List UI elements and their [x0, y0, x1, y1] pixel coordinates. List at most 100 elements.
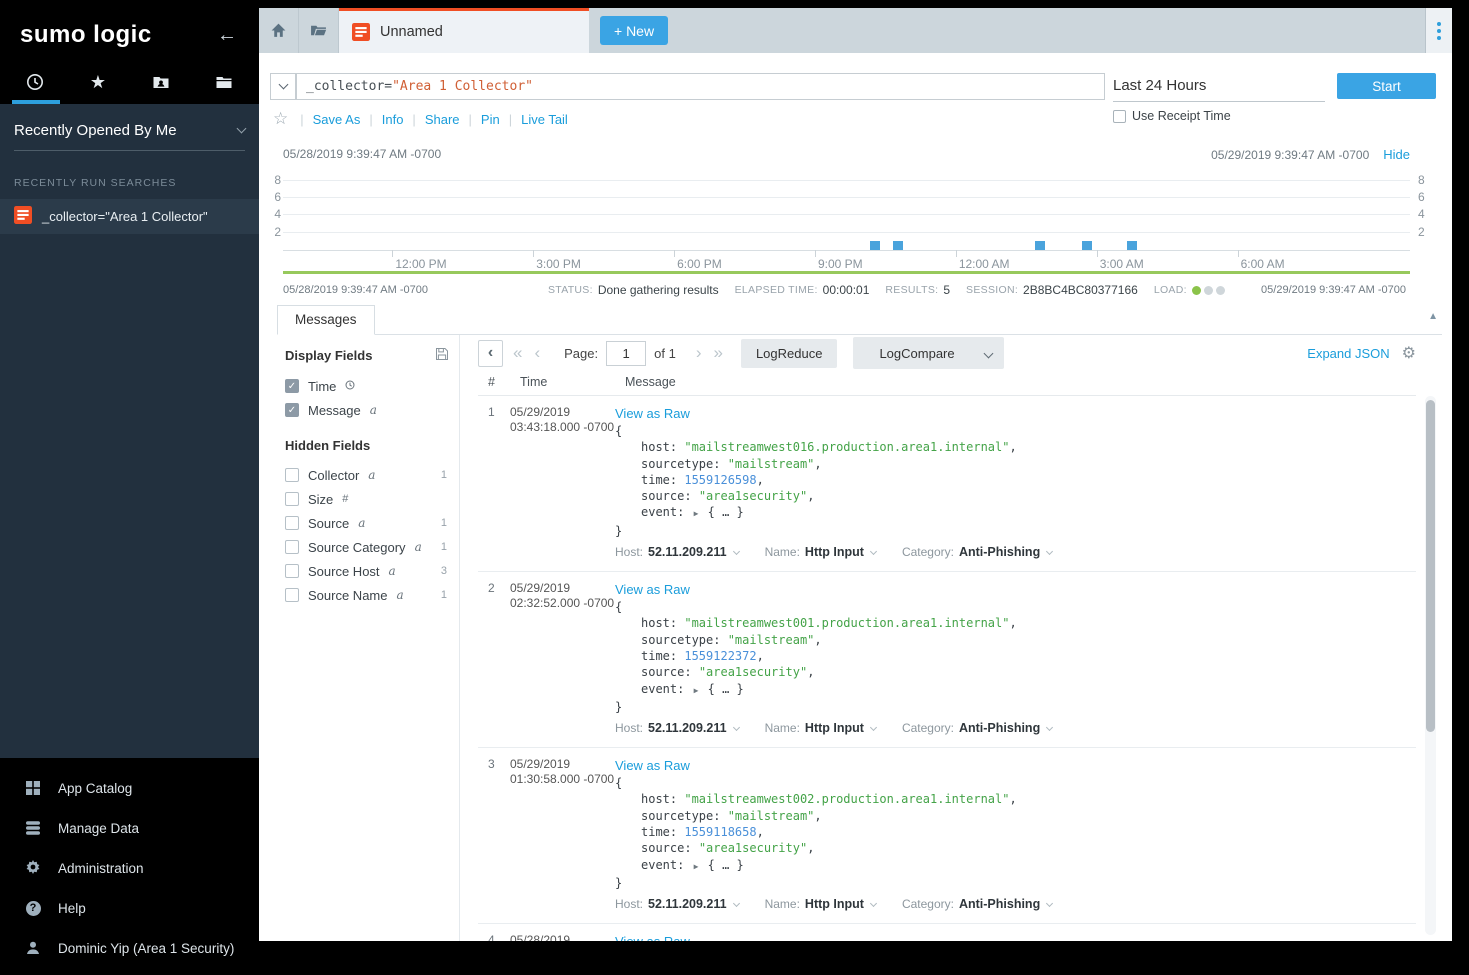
library-folder-icon[interactable]	[211, 69, 237, 95]
tab-unnamed[interactable]: Unnamed	[339, 8, 589, 53]
meta-name[interactable]: Name:Http Input	[765, 721, 876, 735]
query-history-dropdown[interactable]	[270, 73, 296, 100]
action-live-tail[interactable]: Live Tail	[500, 112, 568, 127]
meta-category[interactable]: Category:Anti-Phishing	[902, 897, 1052, 911]
expand-event-icon[interactable]: ▶	[694, 862, 699, 871]
use-receipt-time-option[interactable]: Use Receipt Time	[1113, 109, 1231, 123]
view-as-raw-link[interactable]: View as Raw	[615, 758, 690, 773]
expand-json-link[interactable]: Expand JSON	[1307, 346, 1389, 361]
field-checkbox[interactable]	[285, 468, 299, 482]
meta-name[interactable]: Name:Http Input	[765, 545, 876, 559]
favorites-star-icon[interactable]: ★	[85, 69, 111, 95]
status-elapsed-time: ELAPSED TIME:00:00:01	[735, 283, 870, 297]
json-value: "mailstreamwest002.production.area1.inte…	[684, 792, 1009, 806]
tab-messages[interactable]: Messages	[277, 305, 375, 335]
tab-options-button[interactable]	[1425, 8, 1452, 53]
field-label: Source	[308, 516, 349, 531]
recents-clock-icon[interactable]	[22, 69, 48, 95]
prev-page-icon[interactable]: ‹	[532, 343, 542, 363]
meta-category[interactable]: Category:Anti-Phishing	[902, 545, 1052, 559]
expand-event-icon[interactable]: ▶	[694, 509, 699, 518]
x-tick	[1097, 250, 1098, 257]
sidebar-item-help[interactable]: ?Help	[0, 888, 259, 928]
field-checkbox[interactable]	[285, 516, 299, 530]
chevron-down-icon[interactable]	[981, 337, 1004, 369]
recent-search-item[interactable]: _collector="Area 1 Collector"	[0, 199, 259, 234]
open-library-button[interactable]	[299, 8, 339, 53]
view-as-raw-link[interactable]: View as Raw	[615, 406, 690, 421]
histogram-bar[interactable]	[1127, 241, 1137, 250]
last-page-icon[interactable]: »	[711, 343, 724, 363]
field-checkbox[interactable]	[285, 588, 299, 602]
field-checkbox[interactable]	[285, 564, 299, 578]
field-source[interactable]: Sourcea1	[285, 511, 459, 535]
logcompare-button[interactable]: LogCompare	[853, 337, 1003, 369]
histogram-bar[interactable]	[1035, 241, 1045, 250]
meta-category[interactable]: Category:Anti-Phishing	[902, 721, 1052, 735]
meta-name[interactable]: Name:Http Input	[765, 897, 876, 911]
library-filter-dropdown[interactable]: Recently Opened By Me	[14, 122, 245, 151]
save-fields-icon[interactable]	[435, 347, 449, 364]
row-date: 05/29/2019	[510, 757, 615, 772]
field-size[interactable]: Size#	[285, 487, 459, 511]
y-tick-label: 6	[1418, 190, 1438, 204]
scrollbar-thumb[interactable]	[1426, 400, 1435, 732]
logreduce-button[interactable]: LogReduce	[741, 339, 838, 368]
action-pin[interactable]: Pin	[460, 112, 500, 127]
search-query-input[interactable]: _collector="Area 1 Collector"	[296, 73, 1105, 100]
time-range-selector[interactable]: Last 24 Hours	[1113, 73, 1325, 102]
settings-gear-icon[interactable]: ⚙	[1402, 343, 1416, 363]
page-number-input[interactable]	[606, 341, 646, 366]
field-checkbox[interactable]	[285, 540, 299, 554]
meta-label: Category:	[902, 721, 954, 735]
logcompare-label: LogCompare	[853, 339, 980, 368]
field-source-category[interactable]: Source Categorya1	[285, 535, 459, 559]
scrollbar-track[interactable]	[1425, 396, 1436, 935]
favorite-star-icon[interactable]: ☆	[273, 109, 288, 129]
sumo-logic-logo: sumo logic	[20, 21, 152, 49]
message-list: 105/29/201903:43:18.000 -0700View as Raw…	[478, 396, 1416, 941]
home-button[interactable]	[259, 8, 299, 53]
first-page-icon[interactable]: «	[511, 343, 524, 363]
sidebar-item-app-catalog[interactable]: App Catalog	[0, 768, 259, 808]
field-checkbox[interactable]: ✓	[285, 379, 299, 393]
expand-event-icon[interactable]: ▶	[694, 686, 699, 695]
field-checkbox[interactable]	[285, 492, 299, 506]
collapse-panel-icon[interactable]: ▲	[1428, 311, 1438, 322]
x-tick	[815, 250, 816, 257]
chevron-down-icon	[1046, 548, 1053, 555]
field-source-host[interactable]: Source Hosta3	[285, 559, 459, 583]
meta-host[interactable]: Host:52.11.209.211	[615, 721, 739, 735]
histogram-bar[interactable]	[870, 241, 880, 250]
action-save-as[interactable]: Save As	[291, 112, 360, 127]
action-info[interactable]: Info	[360, 112, 403, 127]
start-search-button[interactable]: Start	[1337, 73, 1436, 99]
x-tick-label: 9:00 PM	[818, 257, 863, 271]
receipt-time-checkbox[interactable]	[1113, 110, 1126, 123]
new-tab-button[interactable]: + New	[600, 16, 668, 45]
field-message[interactable]: ✓Messagea	[285, 398, 459, 422]
sidebar-item-administration[interactable]: Administration	[0, 848, 259, 888]
view-as-raw-link[interactable]: View as Raw	[615, 582, 690, 597]
personal-library-icon[interactable]	[148, 69, 174, 95]
collapse-sidebar-icon[interactable]: ←	[217, 24, 237, 47]
next-page-icon[interactable]: ›	[694, 343, 704, 363]
histogram-bar[interactable]	[893, 241, 903, 250]
view-as-raw-link[interactable]: View as Raw	[615, 934, 690, 941]
collapse-fields-button[interactable]: ‹	[478, 340, 503, 367]
action-share[interactable]: Share	[403, 112, 459, 127]
field-time[interactable]: ✓Time	[285, 374, 459, 398]
sidebar-item-dominic-yip-area-1-security[interactable]: Dominic Yip (Area 1 Security)	[0, 928, 259, 968]
field-source-name[interactable]: Source Namea1	[285, 583, 459, 607]
sidebar-item-manage-data[interactable]: Manage Data	[0, 808, 259, 848]
histogram-bar[interactable]	[1082, 241, 1092, 250]
meta-host[interactable]: Host:52.11.209.211	[615, 545, 739, 559]
row-meta: Host:52.11.209.211 Name:Http Input Categor…	[615, 897, 1416, 911]
message-row: 405/28/201922:34:13.000 -0700View as Raw…	[478, 924, 1416, 941]
meta-host[interactable]: Host:52.11.209.211	[615, 897, 739, 911]
hide-histogram-link[interactable]: Hide	[1383, 147, 1410, 162]
field-checkbox[interactable]: ✓	[285, 403, 299, 417]
json-open-brace: {	[615, 599, 1416, 615]
x-tick-label: 3:00 PM	[536, 257, 581, 271]
field-collector[interactable]: Collectora1	[285, 463, 459, 487]
